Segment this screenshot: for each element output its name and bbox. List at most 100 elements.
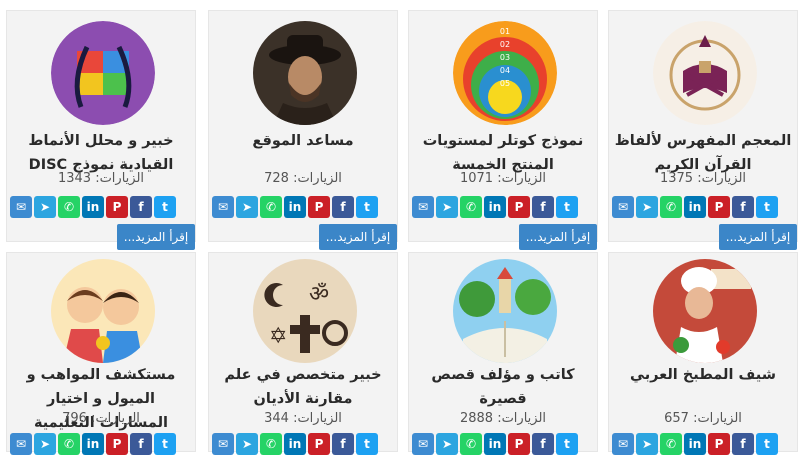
card-image[interactable] xyxy=(653,259,757,363)
share-bar: ✉ ➤ ✆ in P f t xyxy=(10,196,176,218)
card-image[interactable] xyxy=(51,259,155,363)
telegram-icon[interactable]: ➤ xyxy=(34,196,56,218)
card-image[interactable] xyxy=(253,21,357,125)
twitter-icon[interactable]: t xyxy=(556,196,578,218)
linkedin-icon[interactable]: in xyxy=(484,196,506,218)
visits-count: الزيارات: 1071 xyxy=(459,171,547,186)
linkedin-icon[interactable]: in xyxy=(684,196,706,218)
pinterest-icon[interactable]: P xyxy=(708,433,730,455)
share-bar: ✉ ➤ ✆ in P f t xyxy=(612,196,778,218)
card-image[interactable] xyxy=(51,21,155,125)
share-bar: ✉ ➤ ✆ in P f t xyxy=(10,433,176,455)
whatsapp-icon[interactable]: ✆ xyxy=(460,196,482,218)
card-talent-explorer[interactable]: مستكشف المواهب و الميول و اختيار المسارا… xyxy=(6,252,196,455)
card-disc[interactable]: خبير و محلل الأنماط القيادية نموذج DISC … xyxy=(6,10,196,250)
card-title[interactable]: خبير و محلل الأنماط القيادية نموذج DISC xyxy=(11,129,191,177)
whatsapp-icon[interactable]: ✆ xyxy=(58,433,80,455)
svg-text:✡: ✡ xyxy=(269,324,287,349)
twitter-icon[interactable]: t xyxy=(556,433,578,455)
whatsapp-icon[interactable]: ✆ xyxy=(260,196,282,218)
card-title[interactable]: نموذج كوتلر لمستويات المنتج الخمسة xyxy=(413,129,593,177)
share-bar: ✉ ➤ ✆ in P f t xyxy=(412,433,578,455)
share-bar: ✉ ➤ ✆ in P f t xyxy=(612,433,778,455)
read-more-button[interactable]: إقرأ المزيد... xyxy=(519,224,597,250)
email-icon[interactable]: ✉ xyxy=(612,196,634,218)
read-more-button[interactable]: إقرأ المزيد... xyxy=(117,224,195,250)
linkedin-icon[interactable]: in xyxy=(82,196,104,218)
linkedin-icon[interactable]: in xyxy=(484,433,506,455)
pinterest-icon[interactable]: P xyxy=(508,433,530,455)
kotler-levels: 01 02 03 04 05 xyxy=(499,27,511,88)
visits-count: الزيارات: 344 xyxy=(264,411,342,426)
facebook-icon[interactable]: f xyxy=(532,433,554,455)
whatsapp-icon[interactable]: ✆ xyxy=(260,433,282,455)
linkedin-icon[interactable]: in xyxy=(284,433,306,455)
email-icon[interactable]: ✉ xyxy=(412,196,434,218)
twitter-icon[interactable]: t xyxy=(154,196,176,218)
visits-count: الزيارات: 657 xyxy=(664,411,742,426)
facebook-icon[interactable]: f xyxy=(130,433,152,455)
whatsapp-icon[interactable]: ✆ xyxy=(460,433,482,455)
facebook-icon[interactable]: f xyxy=(332,433,354,455)
pinterest-icon[interactable]: P xyxy=(308,196,330,218)
card-arab-chef[interactable]: شيف المطبخ العربي الزيارات: 657 ✉ ➤ ✆ in… xyxy=(608,252,798,455)
pinterest-icon[interactable]: P xyxy=(508,196,530,218)
pinterest-icon[interactable]: P xyxy=(308,433,330,455)
facebook-icon[interactable]: f xyxy=(732,196,754,218)
linkedin-icon[interactable]: in xyxy=(82,433,104,455)
share-bar: ✉ ➤ ✆ in P f t xyxy=(212,433,378,455)
card-religions[interactable]: ॐ ✡ خبير متخصص في علم مقارنة الأديان الز… xyxy=(208,252,398,455)
card-title[interactable]: المعجم المفهرس لألفاظ القرآن الكريم xyxy=(613,129,793,177)
email-icon[interactable]: ✉ xyxy=(212,433,234,455)
telegram-icon[interactable]: ➤ xyxy=(636,433,658,455)
pinterest-icon[interactable]: P xyxy=(708,196,730,218)
facebook-icon[interactable]: f xyxy=(732,433,754,455)
twitter-icon[interactable]: t xyxy=(756,196,778,218)
telegram-icon[interactable]: ➤ xyxy=(236,196,258,218)
card-image[interactable] xyxy=(453,259,557,363)
whatsapp-icon[interactable]: ✆ xyxy=(58,196,80,218)
linkedin-icon[interactable]: in xyxy=(284,196,306,218)
twitter-icon[interactable]: t xyxy=(756,433,778,455)
whatsapp-icon[interactable]: ✆ xyxy=(660,433,682,455)
share-bar: ✉ ➤ ✆ in P f t xyxy=(412,196,578,218)
card-title[interactable]: خبير متخصص في علم مقارنة الأديان xyxy=(213,363,393,411)
email-icon[interactable]: ✉ xyxy=(412,433,434,455)
telegram-icon[interactable]: ➤ xyxy=(436,433,458,455)
linkedin-icon[interactable]: in xyxy=(684,433,706,455)
card-quran-index[interactable]: المعجم المفهرس لألفاظ القرآن الكريم الزي… xyxy=(608,10,798,250)
email-icon[interactable]: ✉ xyxy=(10,433,32,455)
telegram-icon[interactable]: ➤ xyxy=(34,433,56,455)
pinterest-icon[interactable]: P xyxy=(106,433,128,455)
email-icon[interactable]: ✉ xyxy=(10,196,32,218)
card-image[interactable]: 01 02 03 04 05 xyxy=(453,21,557,125)
facebook-icon[interactable]: f xyxy=(332,196,354,218)
card-story-writer[interactable]: كاتب و مؤلف قصص قصيرة الزيارات: 2888 ✉ ➤… xyxy=(408,252,598,455)
twitter-icon[interactable]: t xyxy=(356,433,378,455)
telegram-icon[interactable]: ➤ xyxy=(436,196,458,218)
card-image[interactable] xyxy=(653,21,757,125)
card-site-assistant[interactable]: مساعد الموقع الزيارات: 728 ✉ ➤ ✆ in P f … xyxy=(208,10,398,250)
card-image[interactable]: ॐ ✡ xyxy=(253,259,357,363)
svg-text:ॐ: ॐ xyxy=(309,282,329,307)
read-more-button[interactable]: إقرأ المزيد... xyxy=(319,224,397,250)
visits-count: الزيارات: 1343 xyxy=(57,171,145,186)
visits-count: الزيارات: 796 xyxy=(62,411,140,426)
visits-count: الزيارات: 1375 xyxy=(659,171,747,186)
twitter-icon[interactable]: t xyxy=(356,196,378,218)
telegram-icon[interactable]: ➤ xyxy=(236,433,258,455)
facebook-icon[interactable]: f xyxy=(532,196,554,218)
facebook-icon[interactable]: f xyxy=(130,196,152,218)
card-title[interactable]: مساعد الموقع xyxy=(213,129,393,153)
card-title[interactable]: كاتب و مؤلف قصص قصيرة xyxy=(413,363,593,411)
card-kotler[interactable]: 01 02 03 04 05 نموذج كوتلر لمستويات المنتج ا… xyxy=(408,10,598,250)
twitter-icon[interactable]: t xyxy=(154,433,176,455)
whatsapp-icon[interactable]: ✆ xyxy=(660,196,682,218)
pinterest-icon[interactable]: P xyxy=(106,196,128,218)
email-icon[interactable]: ✉ xyxy=(612,433,634,455)
read-more-button[interactable]: إقرأ المزيد... xyxy=(719,224,797,250)
email-icon[interactable]: ✉ xyxy=(212,196,234,218)
share-bar: ✉ ➤ ✆ in P f t xyxy=(212,196,378,218)
telegram-icon[interactable]: ➤ xyxy=(636,196,658,218)
card-title[interactable]: شيف المطبخ العربي xyxy=(613,363,793,387)
